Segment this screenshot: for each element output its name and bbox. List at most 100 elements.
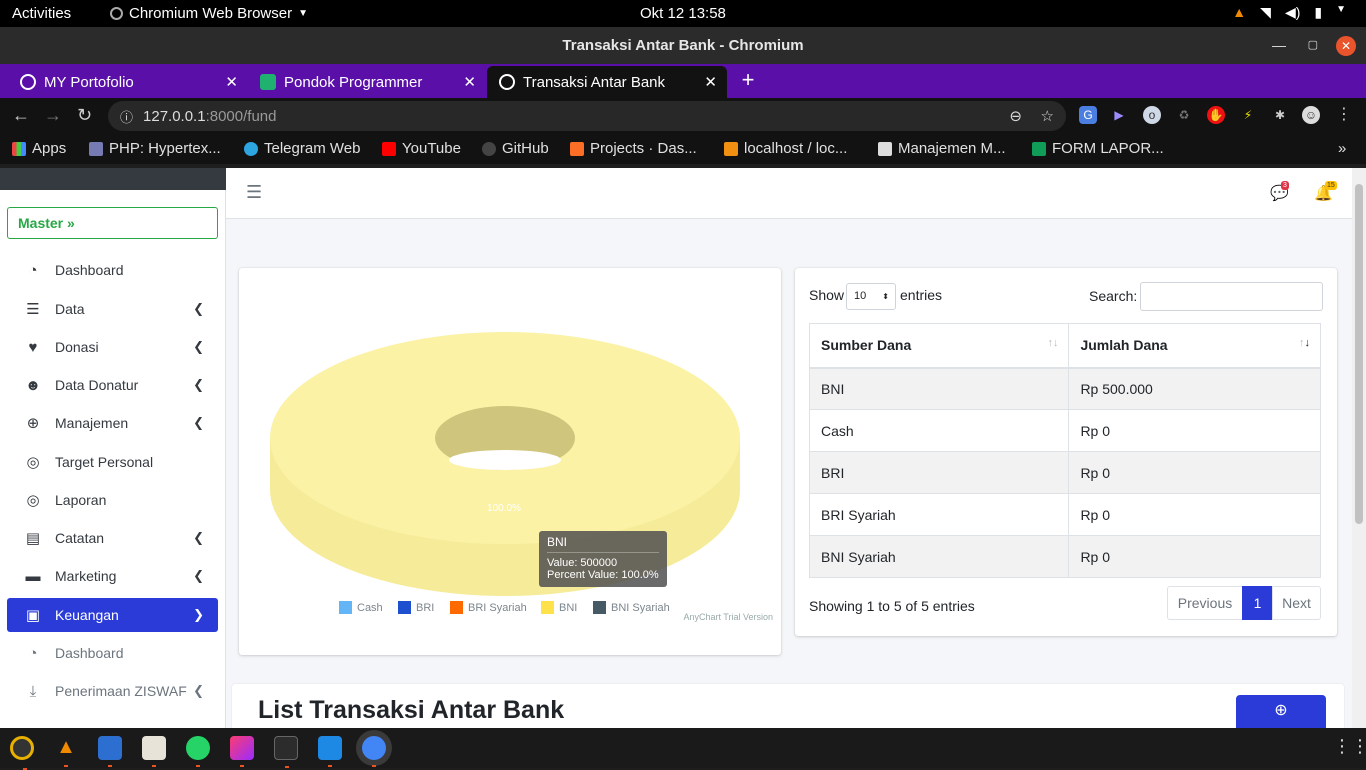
chevron-left-icon: ❮	[193, 339, 204, 354]
sidebar-item-data[interactable]: ☰ Data ❮	[7, 292, 218, 326]
sidebar-item-dashboard[interactable]: ◔ Dashboard	[7, 253, 218, 287]
sidebar-item-marketing[interactable]: ▬ Marketing ❮	[7, 559, 218, 593]
close-tab-icon[interactable]: ✕	[704, 73, 717, 91]
bookmark-php[interactable]: PHP: Hypertex...	[89, 140, 221, 157]
anychart-credit[interactable]: AnyChart Trial Version	[683, 612, 773, 622]
close-tab-icon[interactable]: ✕	[225, 73, 238, 91]
sidebar-item-target-personal[interactable]: ◎ Target Personal	[7, 445, 218, 479]
legend-item[interactable]: BNI	[541, 601, 577, 614]
tab-my-portofolio[interactable]: MY Portofolio ✕	[0, 66, 248, 98]
sidebar-item-label: Dashboard	[55, 645, 124, 661]
clock[interactable]: Okt 12 13:58	[640, 5, 726, 22]
page-1-button[interactable]: 1	[1242, 586, 1273, 620]
tooltip-percent: Percent Value: 100.0%	[547, 569, 659, 581]
next-page-button[interactable]: Next	[1272, 586, 1321, 620]
minimize-icon[interactable]: —	[1272, 27, 1286, 64]
terminal-icon[interactable]	[274, 736, 298, 768]
system-top-bar: Activities Chromium Web Browser ▼ Okt 12…	[0, 0, 1366, 27]
new-tab-button[interactable]: +	[737, 69, 759, 92]
page-size-select[interactable]: 10 ⬍	[846, 283, 896, 310]
bookmark-label: Manajemen M...	[898, 140, 1006, 157]
zoom-icon[interactable]: ⊖	[1009, 107, 1022, 125]
column-header-jumlah-dana[interactable]: Jumlah Dana ↑↓	[1068, 323, 1321, 369]
sidebar-item-data-donatur[interactable]: ☻ Data Donatur ❮	[7, 368, 218, 402]
star-icon[interactable]: ☆	[1041, 107, 1054, 125]
jetbrains-icon[interactable]	[230, 736, 254, 767]
bookmark-manajemen[interactable]: Manajemen M...	[878, 140, 1006, 157]
reload-icon[interactable]: ↻	[77, 105, 92, 126]
add-transaction-button[interactable]: ⊕	[1236, 695, 1326, 728]
close-tab-icon[interactable]: ✕	[463, 73, 476, 91]
messages-icon[interactable]: 💬 3	[1270, 181, 1289, 202]
address-bar[interactable]: ⓘ 127.0.0.1:8000/fund ⊖ ☆	[108, 101, 1066, 131]
circle-extension-icon[interactable]: o	[1143, 106, 1161, 124]
sidebar-item-manajemen[interactable]: ⊕ Manajemen ❮	[7, 406, 218, 440]
sort-desc-icon: ↑↓	[1299, 337, 1310, 349]
vlc-icon[interactable]: ▲	[54, 736, 78, 767]
sidebar-item-laporan[interactable]: ◎ Laporan	[7, 483, 218, 517]
sidebar-item-label: Data	[55, 301, 85, 317]
sidebar-subitem-penerimaan-ziswaf[interactable]: ⤓ Penerimaan ZISWAF ❮	[7, 674, 218, 708]
legend-item[interactable]: Cash	[339, 601, 383, 614]
maximize-icon[interactable]: ▢	[1308, 27, 1318, 64]
translate-extension-icon[interactable]: G	[1079, 106, 1097, 124]
telegram-icon	[244, 141, 258, 156]
back-arrow-icon[interactable]: ←	[12, 105, 30, 126]
page-scrollbar[interactable]	[1352, 168, 1366, 728]
system-tray[interactable]: ▲ ◥ ◀) ▮ ▼	[1232, 4, 1346, 21]
sidebar-item-catatan[interactable]: ▤ Catatan ❮	[7, 521, 218, 555]
donut-chart[interactable]: 100.0%	[239, 268, 781, 613]
info-icon[interactable]: ⓘ	[120, 107, 133, 126]
bookmark-apps[interactable]: Apps	[12, 140, 66, 157]
rhythmbox-icon[interactable]	[10, 736, 34, 770]
bookmarks-overflow-icon[interactable]: »	[1338, 140, 1346, 157]
bookmark-localhost[interactable]: localhost / loc...	[724, 140, 847, 157]
chromium-dock-icon[interactable]	[362, 736, 386, 767]
play-extension-icon[interactable]: ▶	[1110, 106, 1128, 124]
previous-page-button[interactable]: Previous	[1167, 586, 1243, 620]
puzzle-icon[interactable]: ✱	[1271, 106, 1289, 124]
bookmark-form-lapor[interactable]: FORM LAPOR...	[1032, 140, 1164, 157]
bookmark-telegram[interactable]: Telegram Web	[244, 140, 360, 157]
legend-item[interactable]: BRI Syariah	[450, 601, 527, 614]
files-icon[interactable]	[142, 736, 166, 767]
bell-icon[interactable]: 🔔 15	[1314, 181, 1337, 202]
tab-pondok-programmer[interactable]: Pondok Programmer ✕	[248, 66, 486, 98]
show-apps-grid-icon[interactable]: ⋮⋮	[1333, 736, 1366, 760]
master-button[interactable]: Master »	[7, 207, 218, 239]
users-icon: ☻	[25, 376, 41, 394]
column-header-sumber-dana[interactable]: Sumber Dana ↑↓	[808, 323, 1070, 369]
writer-icon[interactable]	[98, 736, 122, 767]
sidebar-subitem-dashboard[interactable]: ◔ Dashboard	[7, 636, 218, 670]
sidebar-item-label: Manajemen	[55, 415, 129, 431]
bookmark-github[interactable]: GitHub	[482, 140, 549, 157]
hamburger-menu-icon[interactable]: ☰	[246, 182, 262, 203]
power-menu-icon: ▼	[1336, 4, 1346, 15]
activities-button[interactable]: Activities	[12, 5, 71, 22]
search-input[interactable]	[1140, 282, 1323, 311]
globe-icon	[20, 74, 36, 90]
legend-label: BRI Syariah	[468, 601, 527, 614]
lightning-extension-icon[interactable]: ⚡	[1239, 106, 1257, 124]
more-menu-icon[interactable]: ⋮	[1335, 106, 1353, 124]
bookmark-youtube[interactable]: YouTube	[382, 140, 461, 157]
tab-transaksi-antar-bank[interactable]: Transaksi Antar Bank ✕	[487, 66, 727, 98]
close-window-icon[interactable]: ✕	[1336, 36, 1356, 56]
sidebar-item-label: Target Personal	[55, 454, 154, 470]
stop-extension-icon[interactable]: ✋	[1207, 106, 1225, 124]
recycle-extension-icon[interactable]: ♻	[1175, 106, 1193, 124]
sidebar-item-donasi[interactable]: ♥ Donasi ❮	[7, 330, 218, 364]
whatsapp-icon[interactable]	[186, 736, 210, 767]
forward-arrow-icon[interactable]: →	[44, 105, 62, 126]
bookmark-gitlab[interactable]: Projects · Das...	[570, 140, 697, 157]
vscode-icon[interactable]	[318, 736, 342, 767]
app-menu[interactable]: Chromium Web Browser ▼	[110, 5, 308, 22]
legend-item[interactable]: BNI Syariah	[593, 601, 670, 614]
profile-avatar-icon[interactable]: ☺	[1302, 106, 1320, 124]
scrollbar-thumb[interactable]	[1355, 184, 1363, 524]
sidebar-item-keuangan[interactable]: ▣ Keuangan ❯	[7, 598, 218, 632]
legend-item[interactable]: BRI	[398, 601, 434, 614]
sheets-icon	[1032, 141, 1046, 156]
header-label: Jumlah Dana	[1080, 337, 1168, 354]
tab-title: Pondok Programmer	[284, 73, 423, 91]
